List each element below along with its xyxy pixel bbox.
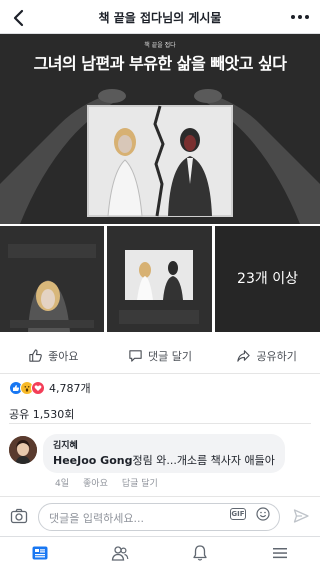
thumbnail-2[interactable]	[107, 226, 212, 332]
tab-menu[interactable]	[240, 537, 320, 568]
comment-body: 정림 와...개소름 책사자 애들아	[132, 454, 275, 467]
comment-item: 김지혜 HeeJoo Gong정림 와...개소름 책사자 애들아 4일 좋아요…	[9, 434, 311, 490]
tab-notifications[interactable]	[160, 537, 240, 568]
reaction-count: 4,787개	[49, 382, 91, 395]
post-hero-image[interactable]: 책 끝을 접다 그녀의 남편과 부유한 삶을 빼앗고 싶다	[0, 34, 320, 224]
friends-icon	[111, 545, 129, 561]
thumbs-up-icon	[29, 349, 42, 362]
tab-friends[interactable]	[80, 537, 160, 568]
comment-mention[interactable]: HeeJoo Gong	[53, 454, 132, 467]
hamburger-menu-icon	[273, 547, 287, 558]
send-icon[interactable]	[293, 508, 309, 524]
comment-label: 댓글 달기	[148, 349, 192, 363]
like-button[interactable]: 좋아요	[0, 338, 107, 373]
more-dots-icon[interactable]	[288, 7, 312, 27]
page-title: 책 끝을 접다님의 게시물	[98, 11, 222, 25]
chevron-left-icon[interactable]	[8, 7, 30, 29]
thumbnail-3-more[interactable]: 23개 이상	[215, 226, 320, 332]
hero-tagline: 책 끝을 접다	[144, 42, 176, 49]
share-button[interactable]: 공유하기	[213, 338, 320, 373]
comment-composer: 댓글을 입력하세요... GIF	[0, 496, 320, 536]
comment-bubble[interactable]: 김지혜 HeeJoo Gong정림 와...개소름 책사자 애들아	[43, 434, 285, 473]
more-images-count: 23개 이상	[237, 271, 298, 287]
avatar[interactable]	[9, 436, 37, 464]
tab-news-feed[interactable]	[0, 537, 80, 568]
comment-text: HeeJoo Gong정림 와...개소름 책사자 애들아	[53, 452, 275, 468]
thumbnail-2-illustration	[107, 226, 212, 332]
love-reaction-icon	[31, 381, 45, 395]
comment-meta: 4일 좋아요 답글 달기	[55, 476, 158, 489]
news-feed-icon	[32, 546, 48, 559]
bell-icon	[193, 544, 207, 561]
reactions-summary[interactable]: 4,787개	[9, 379, 91, 397]
thumbnail-1[interactable]	[0, 226, 104, 332]
avatar-image	[9, 436, 37, 464]
bottom-tab-bar	[0, 536, 320, 568]
comment-reply-link[interactable]: 답글 달기	[122, 476, 158, 489]
like-label: 좋아요	[48, 349, 79, 363]
comment-time: 4일	[55, 479, 70, 489]
share-label: 공유하기	[256, 349, 297, 363]
gif-button[interactable]: GIF	[230, 508, 246, 520]
post-thumbnails: 23개 이상	[0, 226, 320, 332]
top-bar: 책 끝을 접다님의 게시물	[0, 0, 320, 34]
share-arrow-icon	[237, 350, 251, 362]
post-actions: 좋아요 댓글 달기 공유하기	[0, 338, 320, 374]
emoji-icon[interactable]	[256, 507, 270, 521]
thumbnail-1-illustration	[0, 226, 104, 332]
comment-bubble-icon	[129, 350, 142, 362]
comment-like-link[interactable]: 좋아요	[83, 476, 108, 489]
camera-icon[interactable]	[10, 507, 28, 525]
comment-button[interactable]: 댓글 달기	[107, 338, 214, 373]
comment-author[interactable]: 김지혜	[53, 438, 275, 451]
hero-headline: 그녀의 남편과 부유한 삶을 빼앗고 싶다	[33, 54, 287, 73]
share-count[interactable]: 공유 1,530회	[9, 402, 311, 424]
